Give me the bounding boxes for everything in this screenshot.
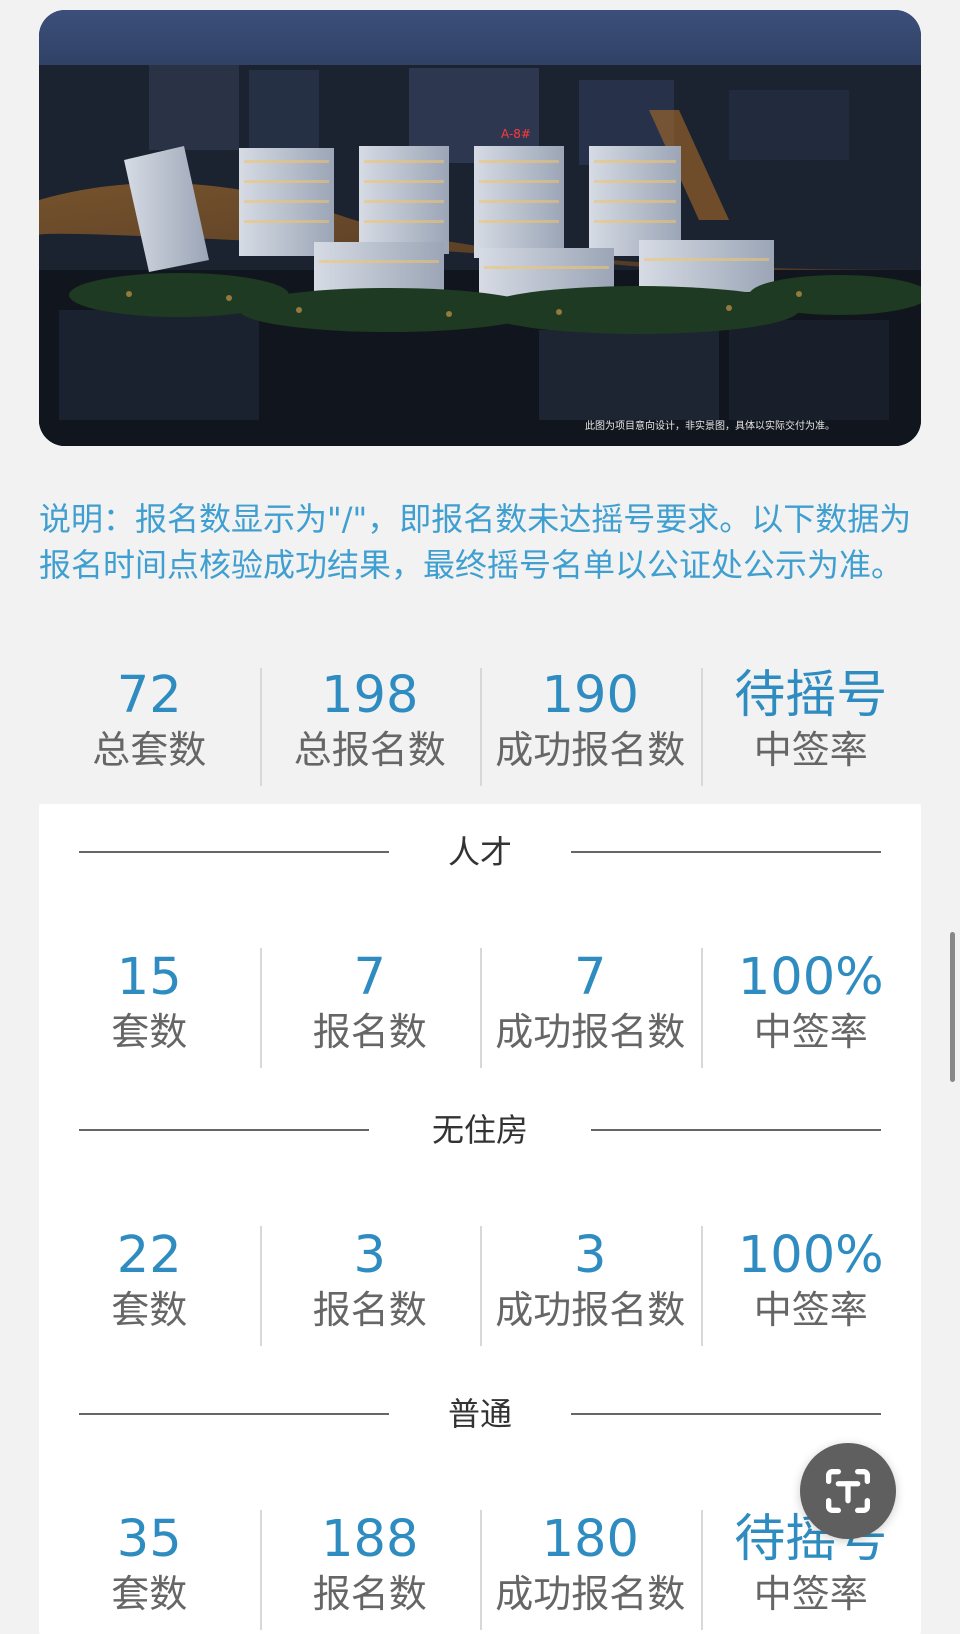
- svg-text:A-8#: A-8#: [501, 127, 531, 141]
- stat-label: 套数: [111, 1288, 188, 1332]
- stat-label: 成功报名数: [495, 1288, 686, 1332]
- stat-label: 报名数: [312, 1572, 427, 1616]
- stat-value: 待摇号: [734, 666, 888, 725]
- night-aerial-illustration: A-8#: [39, 10, 921, 446]
- stat-value: 7: [574, 948, 607, 1007]
- stat-winning-rate: 待摇号 中签率: [700, 1510, 922, 1634]
- stat-applications: 7 报名数: [259, 948, 481, 1072]
- stat-label: 总报名数: [293, 728, 446, 772]
- section-stats-general: 35 套数 188 报名数 180 成功报名数 待摇号 中签率: [39, 1510, 921, 1634]
- scan-text-icon: [826, 1469, 870, 1513]
- stat-winning-rate: 100% 中签率: [700, 1226, 922, 1350]
- summary-winning-rate: 待摇号 中签率: [700, 666, 922, 790]
- summary-stats: 72 总套数 198 总报名数 190 成功报名数 待摇号 中签率: [39, 666, 921, 790]
- stat-winning-rate: 100% 中签率: [700, 948, 922, 1072]
- stat-label: 成功报名数: [495, 1572, 686, 1616]
- category-panel: 人才 15 套数 7 报名数 7 成功报名数 100% 中签率 无住房 22 套…: [39, 804, 921, 1634]
- notice-text: 说明：报名数显示为"/"，即报名数未达摇号要求。以下数据为报名时间点核验成功结果…: [39, 500, 912, 584]
- stat-value: 72: [116, 666, 182, 725]
- stat-value: 22: [116, 1226, 182, 1285]
- stat-units: 22 套数: [39, 1226, 260, 1350]
- stat-label: 中签率: [753, 1288, 868, 1332]
- stat-value: 3: [353, 1226, 386, 1285]
- stat-units: 35 套数: [39, 1510, 260, 1634]
- stat-value: 100%: [737, 1226, 884, 1285]
- stat-value: 35: [116, 1510, 182, 1569]
- stat-label: 中签率: [753, 1010, 868, 1054]
- stat-label: 总套数: [92, 728, 207, 772]
- section-header-talent: 人才: [79, 832, 881, 872]
- stat-value: 3: [574, 1226, 607, 1285]
- summary-successful-applications: 190 成功报名数: [480, 666, 701, 790]
- section-stats-no-housing: 22 套数 3 报名数 3 成功报名数 100% 中签率: [39, 1226, 921, 1350]
- project-rendering-image: A-8# 此图为项目意向设计，非实景图，具体以实际交付为准。: [39, 10, 921, 446]
- divider-line: [571, 851, 881, 853]
- stat-value: 100%: [737, 948, 884, 1007]
- stat-value: 15: [116, 948, 182, 1007]
- stat-value: 190: [541, 666, 639, 725]
- stat-label: 中签率: [753, 1572, 868, 1616]
- summary-total-applications: 198 总报名数: [259, 666, 481, 790]
- stat-successful-applications: 7 成功报名数: [480, 948, 701, 1072]
- image-disclaimer: 此图为项目意向设计，非实景图，具体以实际交付为准。: [585, 421, 835, 432]
- divider-line: [571, 1413, 881, 1415]
- summary-total-units: 72 总套数: [39, 666, 260, 790]
- stat-label: 成功报名数: [495, 1010, 686, 1054]
- stat-successful-applications: 180 成功报名数: [480, 1510, 701, 1634]
- stat-label: 报名数: [312, 1288, 427, 1332]
- stat-label: 套数: [111, 1010, 188, 1054]
- stat-value: 188: [321, 1510, 419, 1569]
- stat-label: 成功报名数: [495, 728, 686, 772]
- stat-label: 报名数: [312, 1010, 427, 1054]
- section-header-no-housing: 无住房: [79, 1110, 881, 1150]
- stat-label: 套数: [111, 1572, 188, 1616]
- stat-value: 198: [321, 666, 419, 725]
- stat-label: 中签率: [753, 728, 868, 772]
- stat-units: 15 套数: [39, 948, 260, 1072]
- scrollbar[interactable]: [950, 932, 955, 1082]
- divider-line: [591, 1129, 881, 1131]
- scan-text-button[interactable]: [800, 1443, 896, 1539]
- stat-value: 7: [353, 948, 386, 1007]
- stat-successful-applications: 3 成功报名数: [480, 1226, 701, 1350]
- stat-applications: 3 报名数: [259, 1226, 481, 1350]
- section-stats-talent: 15 套数 7 报名数 7 成功报名数 100% 中签率: [39, 948, 921, 1072]
- section-header-general: 普通: [79, 1394, 881, 1434]
- stat-applications: 188 报名数: [259, 1510, 481, 1634]
- stat-value: 180: [541, 1510, 639, 1569]
